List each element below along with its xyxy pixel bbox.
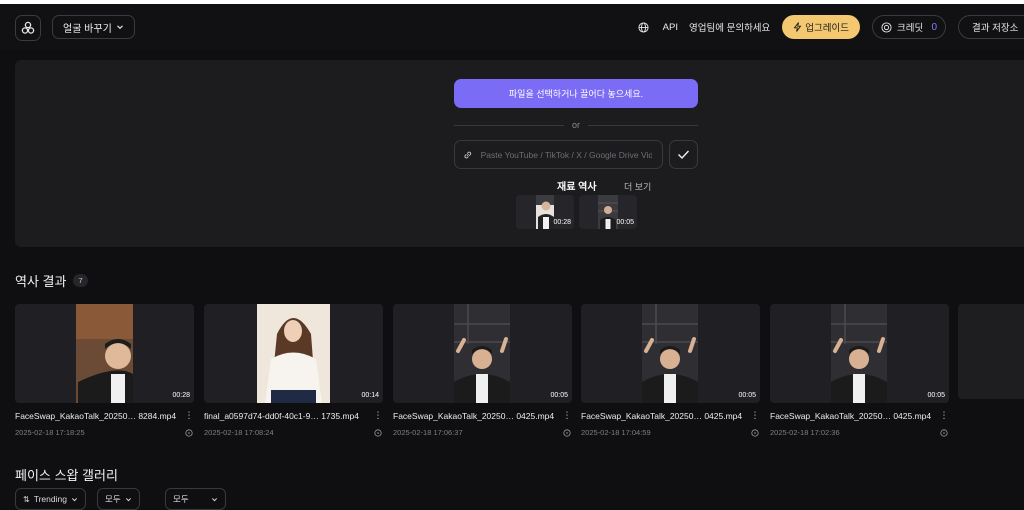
- video-timestamp: 2025-02-18 17:04:59: [581, 428, 651, 437]
- tool-switch-dropdown[interactable]: 얼굴 바꾸기: [52, 15, 135, 39]
- more-options-icon[interactable]: ⋮: [562, 410, 572, 421]
- more-options-icon[interactable]: ⋮: [939, 410, 949, 421]
- trending-filter-label: Trending: [33, 494, 67, 504]
- credit-coin-icon: [881, 21, 892, 33]
- material-duration: 00:05: [616, 219, 634, 226]
- video-thumbnail[interactable]: 00:05: [581, 304, 760, 403]
- video-timestamp: 2025-02-18 17:06:37: [393, 428, 463, 437]
- video-url-field[interactable]: [454, 140, 663, 169]
- video-frame-image: [642, 304, 698, 403]
- video-thumbnail[interactable]: 00:05: [770, 304, 949, 403]
- video-duration: 00:05: [738, 392, 756, 399]
- feedback-icon[interactable]: [184, 428, 194, 437]
- video-frame-image: [831, 304, 887, 403]
- chevron-down-icon: [125, 497, 131, 501]
- pick-file-button[interactable]: 파일을 선택하거나 끌어다 놓으세요.: [454, 79, 698, 108]
- logo-icon: [21, 21, 35, 34]
- credit-label: 크레딧: [897, 23, 924, 34]
- video-url-input[interactable]: [478, 148, 654, 161]
- history-card-partial[interactable]: [958, 304, 1024, 399]
- video-thumbnail[interactable]: 00:05: [393, 304, 572, 403]
- more-options-icon[interactable]: ⋮: [373, 410, 383, 421]
- credit-display[interactable]: 크레딧 0: [872, 15, 946, 39]
- video-filename: FaceSwap_KakaoTalk_20250… 0425.mp4: [770, 410, 932, 421]
- view-more-link[interactable]: 더 보기: [624, 180, 651, 193]
- material-thumbnail[interactable]: 00:28: [516, 195, 574, 229]
- type-filter-dropdown[interactable]: 모두: [165, 488, 226, 510]
- video-frame-image: [454, 304, 510, 403]
- video-filename: final_a0597d74-dd0f-40c1-9… 1735.mp4: [204, 410, 360, 421]
- feedback-icon[interactable]: [373, 428, 383, 437]
- link-icon: [464, 151, 472, 158]
- result-storage-label: 결과 저장소: [972, 23, 1019, 34]
- video-timestamp: 2025-02-18 17:18:25: [15, 428, 85, 437]
- feedback-icon[interactable]: [939, 428, 949, 437]
- gallery-title: 페이스 스왑 갤러리: [15, 468, 118, 483]
- history-results-heading: 역사 결과 7: [15, 271, 88, 290]
- material-history-title: 재료 역사: [557, 182, 597, 193]
- upgrade-label: 업그레이드: [805, 23, 849, 34]
- upload-panel: 파일을 선택하거나 끌어다 놓으세요. or 재료 역사 더 보기 00:28: [15, 60, 1024, 247]
- more-options-icon[interactable]: ⋮: [184, 410, 194, 421]
- or-divider: or: [454, 119, 699, 131]
- history-card[interactable]: 00:05 FaceSwap_KakaoTalk_20250… 0425.mp4…: [393, 304, 572, 437]
- video-filename: FaceSwap_KakaoTalk_20250… 0425.mp4: [393, 410, 555, 421]
- result-storage-button[interactable]: 결과 저장소: [958, 15, 1024, 39]
- video-duration: 00:05: [550, 392, 568, 399]
- chevron-down-icon: [71, 497, 77, 501]
- video-duration: 00:14: [361, 392, 379, 399]
- feedback-icon[interactable]: [750, 428, 760, 437]
- history-card[interactable]: 00:28 FaceSwap_KakaoTalk_20250… 8284.mp4…: [15, 304, 194, 437]
- category-filter-dropdown[interactable]: 모두: [97, 488, 140, 510]
- material-thumbnail[interactable]: 00:05: [579, 195, 637, 229]
- video-timestamp: 2025-02-18 17:08:24: [204, 428, 274, 437]
- history-results-title: 역사 결과: [15, 274, 67, 289]
- material-duration: 00:28: [553, 219, 571, 226]
- top-navbar: 얼굴 바꾸기 API 영업팀에 문의하세요 업그레이드 크레딧 0 결과 저장소: [0, 4, 1024, 50]
- globe-icon[interactable]: [638, 21, 649, 33]
- history-count-badge: 7: [73, 274, 88, 287]
- video-filename: FaceSwap_KakaoTalk_20250… 0425.mp4: [581, 410, 743, 421]
- video-duration: 00:05: [927, 392, 945, 399]
- api-link[interactable]: API: [663, 22, 678, 33]
- app-logo-button[interactable]: [15, 15, 41, 41]
- feedback-icon[interactable]: [562, 428, 572, 437]
- tool-switch-label: 얼굴 바꾸기: [63, 23, 112, 35]
- history-card[interactable]: 00:05 FaceSwap_KakaoTalk_20250… 0425.mp4…: [581, 304, 760, 437]
- video-duration: 00:28: [172, 392, 190, 399]
- video-frame-image: [257, 304, 330, 403]
- chevron-down-icon: [116, 25, 123, 30]
- chevron-down-icon: [211, 497, 218, 501]
- video-timestamp: 2025-02-18 17:02:36: [770, 428, 840, 437]
- contact-sales-link[interactable]: 영업팀에 문의하세요: [689, 20, 770, 34]
- category-filter-label: 모두: [105, 494, 121, 504]
- or-label: or: [572, 120, 581, 130]
- sort-icon: ⇅: [23, 494, 30, 504]
- submit-url-button[interactable]: [669, 140, 698, 169]
- lightning-icon: [793, 22, 802, 32]
- more-options-icon[interactable]: ⋮: [750, 410, 760, 421]
- video-thumbnail[interactable]: 00:14: [204, 304, 383, 403]
- video-filename: FaceSwap_KakaoTalk_20250… 8284.mp4: [15, 410, 177, 421]
- credit-count: 0: [931, 21, 937, 33]
- trending-filter-dropdown[interactable]: ⇅ Trending: [15, 488, 86, 510]
- video-thumbnail[interactable]: 00:28: [15, 304, 194, 403]
- history-card[interactable]: 00:14 final_a0597d74-dd0f-40c1-9… 1735.m…: [204, 304, 383, 437]
- video-frame-image: [76, 304, 133, 403]
- type-filter-label: 모두: [173, 494, 189, 504]
- history-card[interactable]: 00:05 FaceSwap_KakaoTalk_20250… 0425.mp4…: [770, 304, 949, 437]
- upgrade-button[interactable]: 업그레이드: [782, 15, 860, 39]
- checkmark-icon: [678, 150, 690, 160]
